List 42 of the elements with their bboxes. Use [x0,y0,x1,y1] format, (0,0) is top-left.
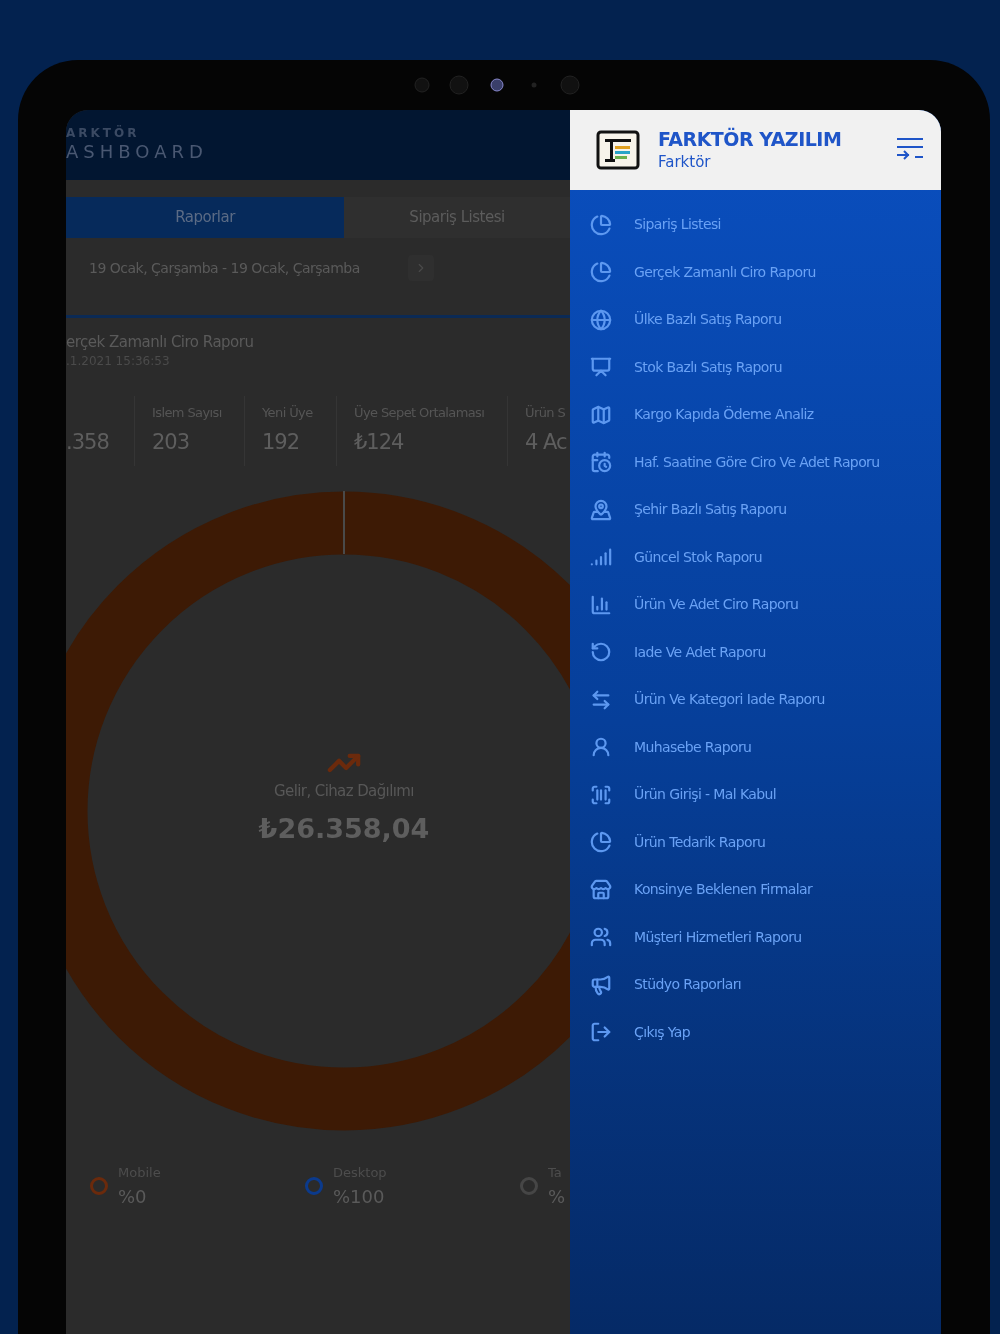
menu-item[interactable]: Müşteri Hizmetleri Raporu [634,926,802,948]
menu-item[interactable]: Stüdyo Raporları [634,974,742,996]
menu-item[interactable]: Ürün Ve Adet Ciro Raporu [634,594,799,616]
arrows-icon [590,688,612,711]
menu-item[interactable]: Kargo Kapıda Ödeme Analiz [634,404,814,426]
chart-board-icon [590,356,612,379]
menu-item[interactable]: Haf. Saatine Göre Ciro Ve Adet Raporu [634,451,880,473]
legend-value: % [548,1184,566,1209]
pie-chart-icon [590,831,612,854]
menu-item[interactable]: Ülke Bazlı Satış Raporu [634,309,782,331]
menu-item[interactable]: Stok Bazlı Satış Raporu [634,356,783,378]
map-pin-icon [590,498,612,521]
pie-chart-icon [590,213,612,236]
calendar-clock-icon [590,451,612,474]
user-icon [590,736,612,759]
logout-icon [590,1021,612,1044]
map-icon [590,403,612,426]
undo-icon [590,641,612,664]
menu-item[interactable]: Şehir Bazlı Satış Raporu [634,499,787,521]
brand-title: ASHBOARD [66,140,209,164]
menu-item[interactable]: Güncel Stok Raporu [634,546,763,568]
menu-item[interactable]: Ürün Tedarik Raporu [634,831,766,853]
store-icon [590,878,612,901]
globe-icon [590,308,612,331]
barcode-scan-icon [590,783,612,806]
menu-item[interactable]: Ürün Ve Kategori Iade Raporu [634,689,825,711]
users-icon [590,926,612,949]
menu-item[interactable]: Sipariş Listesi [634,214,721,236]
menu-item[interactable]: Çıkış Yap [634,1021,691,1043]
logo-icon [596,130,640,170]
menu-item[interactable]: Konsinye Beklenen Firmalar [634,879,813,901]
bar-chart-icon [590,593,612,616]
drawer-title: FARKTÖR YAZILIM [658,127,843,151]
drawer-subtitle: Farktör [658,152,712,173]
pie-chart-icon [590,261,612,284]
menu-item[interactable]: Gerçek Zamanlı Ciro Raporu [634,261,816,283]
megaphone-icon [590,973,612,996]
menu-item[interactable]: Ürün Girişi - Mal Kabul [634,784,777,806]
menu-item[interactable]: Muhasebe Raporu [634,736,752,758]
tab[interactable]: Raporlar [66,197,344,238]
brand-small: ARKTÖR [66,126,141,140]
menu-item[interactable]: Iade Ve Adet Raporu [634,641,766,663]
